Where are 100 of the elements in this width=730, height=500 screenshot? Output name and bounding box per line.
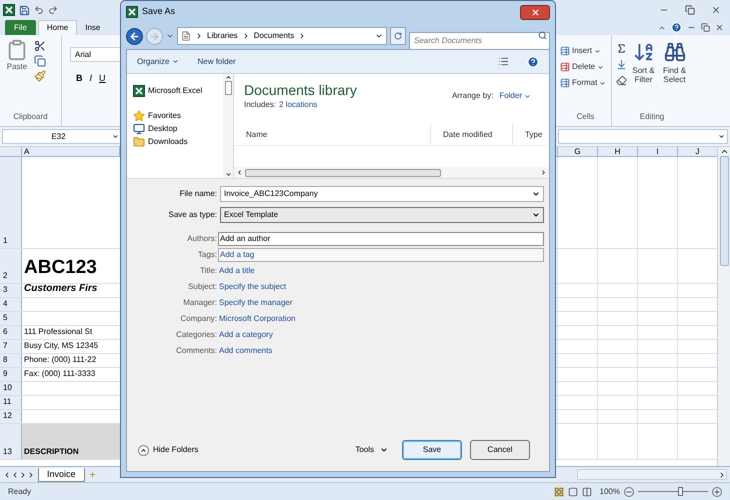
vertical-scrollbar[interactable]: [717, 147, 730, 466]
navigation-item[interactable]: Favorites: [133, 109, 223, 122]
zoom-in-icon[interactable]: [712, 486, 722, 496]
row-header[interactable]: 4: [0, 298, 22, 311]
sheet-navigation-icon[interactable]: [3, 470, 35, 478]
sum-icon[interactable]: [616, 43, 627, 54]
column-header[interactable]: Name: [234, 124, 431, 145]
locations-link[interactable]: 2 locations: [279, 99, 318, 111]
group-label: Cells: [576, 111, 596, 123]
normal-view-icon[interactable]: [554, 486, 564, 496]
restore-icon[interactable]: [701, 23, 710, 32]
scrollbar-thumb[interactable]: [720, 156, 728, 266]
paintbrush-icon[interactable]: [34, 70, 46, 82]
close-button[interactable]: [520, 4, 550, 20]
column-header[interactable]: H: [597, 147, 637, 156]
column-header[interactable]: G: [557, 147, 597, 156]
redo-icon[interactable]: [48, 5, 58, 15]
row-header[interactable]: 13: [0, 424, 22, 459]
cell-text: Phone: (000) 111-22: [24, 354, 96, 366]
address-bar[interactable]: Libraries Documents: [177, 27, 387, 45]
zoom-out-icon[interactable]: [624, 486, 634, 496]
page-layout-view-icon[interactable]: [568, 486, 578, 496]
tools-button[interactable]: Tools: [355, 444, 388, 456]
hide-folders-button[interactable]: Hide Folders: [132, 444, 198, 456]
page-break-view-icon[interactable]: [582, 486, 592, 496]
save-button[interactable]: Save: [402, 440, 462, 460]
tags-field[interactable]: Add a tag: [218, 248, 544, 262]
file-name-field[interactable]: Invoice_ABC123Company: [220, 186, 544, 202]
ribbon-tab[interactable]: File: [5, 20, 36, 35]
ribbon-tab[interactable]: Inse: [79, 20, 106, 35]
row-header[interactable]: 1: [0, 157, 22, 248]
authors-field[interactable]: Add an author: [218, 232, 544, 246]
property-link[interactable]: Add a title: [218, 265, 255, 277]
help-icon[interactable]: [671, 22, 682, 33]
font-style-button[interactable]: U: [99, 72, 106, 86]
close-icon: [530, 8, 540, 16]
toolbar-button[interactable]: New folder: [197, 56, 236, 68]
navigation-item[interactable]: Desktop: [133, 122, 223, 135]
font-style-button[interactable]: I: [90, 72, 92, 86]
horizontal-scrollbar[interactable]: [234, 167, 549, 178]
save-icon[interactable]: [19, 4, 30, 16]
history-caret-icon[interactable]: [166, 32, 174, 40]
row-header[interactable]: 8: [0, 354, 22, 367]
fill-icon[interactable]: [616, 59, 627, 70]
property-link[interactable]: Add a category: [218, 329, 273, 341]
name-box[interactable]: E32: [2, 129, 122, 144]
view-options-icon[interactable]: [498, 56, 509, 67]
row-header[interactable]: 2: [0, 249, 22, 283]
file-type-dropdown[interactable]: Excel Template: [220, 206, 544, 222]
close-icon[interactable]: [715, 23, 724, 32]
column-header[interactable]: Date modified: [431, 124, 513, 145]
help-icon[interactable]: [527, 56, 539, 68]
cancel-button[interactable]: Cancel: [470, 440, 530, 460]
toolbar-button[interactable]: Organize: [137, 56, 180, 68]
horizontal-scrollbar[interactable]: [577, 469, 727, 480]
row-header[interactable]: 5: [0, 312, 22, 325]
undo-icon[interactable]: [34, 5, 44, 15]
row-header[interactable]: 9: [0, 368, 22, 381]
property-link[interactable]: Microsoft Corporation: [218, 313, 296, 325]
row-header[interactable]: 11: [0, 396, 22, 409]
navigation-scrollbar[interactable]: [223, 74, 233, 178]
refresh-button[interactable]: [390, 27, 406, 45]
property-link[interactable]: Specify the manager: [218, 297, 292, 309]
property-label: Comments:: [175, 345, 217, 357]
column-header[interactable]: Type: [513, 124, 541, 145]
breadcrumb[interactable]: Libraries: [207, 30, 238, 42]
row-header[interactable]: 3: [0, 284, 22, 297]
cells-command-button[interactable]: Delete: [560, 61, 611, 73]
row-header[interactable]: 7: [0, 340, 22, 353]
arrange-dropdown[interactable]: Folder: [499, 90, 531, 102]
editing-command-button[interactable]: Sort & Filter: [629, 41, 658, 111]
copy-icon[interactable]: [34, 55, 46, 67]
zoom-slider-thumb[interactable]: [678, 486, 684, 496]
editing-command-button[interactable]: Find & Select: [660, 41, 689, 111]
property-link[interactable]: Add comments: [218, 345, 272, 357]
search-field[interactable]: Search Documents: [409, 32, 550, 50]
cells-command-button[interactable]: Insert: [560, 45, 611, 57]
scissors-icon[interactable]: [34, 40, 46, 52]
restore-icon[interactable]: [685, 5, 695, 15]
scrollbar-thumb[interactable]: [224, 81, 232, 95]
row-header[interactable]: 10: [0, 382, 22, 395]
column-header[interactable]: I: [637, 147, 677, 156]
navigation-item[interactable]: Microsoft Excel: [133, 84, 223, 97]
navigation-item[interactable]: Downloads: [133, 135, 223, 148]
font-style-button[interactable]: B: [76, 72, 82, 86]
scroll-right-icon: [718, 470, 726, 478]
close-icon[interactable]: [711, 5, 721, 15]
ribbon-tab[interactable]: Home: [38, 20, 78, 35]
row-header[interactable]: 12: [0, 410, 22, 423]
scrollbar-thumb[interactable]: [245, 168, 441, 176]
property-link[interactable]: Specify the subject: [218, 281, 286, 293]
location-icon: [181, 31, 191, 41]
row-header[interactable]: 6: [0, 326, 22, 339]
eraser-icon[interactable]: [616, 75, 627, 86]
paste-button[interactable]: Paste: [4, 39, 30, 111]
breadcrumb-separator-icon: [195, 32, 203, 40]
breadcrumb[interactable]: Documents: [254, 30, 294, 42]
cells-command-button[interactable]: Format: [560, 77, 611, 89]
sheet-tab[interactable]: Invoice: [38, 468, 85, 482]
back-button[interactable]: [126, 28, 143, 44]
